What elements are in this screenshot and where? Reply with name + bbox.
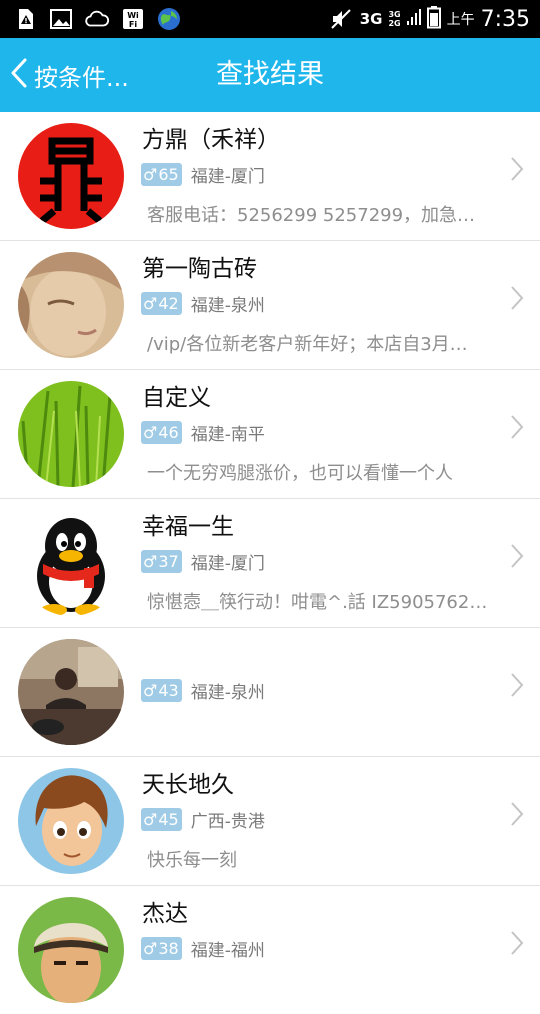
profile-meta: ♂ 38 福建-福州 (141, 936, 265, 961)
contact-name: 第一陶古砖 (142, 256, 257, 282)
location-label: 福建-福州 (190, 940, 265, 961)
location-label: 广西-贵港 (190, 811, 265, 832)
male-icon: ♂ (143, 293, 158, 313)
avatar (18, 252, 124, 358)
gender-age-badge: ♂ 46 (141, 420, 182, 444)
profile-meta: ♂ 43 福建-泉州 (141, 678, 265, 703)
location-label: 福建-厦门 (190, 166, 265, 187)
profile-meta: ♂ 37 福建-厦门 (141, 549, 265, 574)
chevron-right-icon (510, 801, 524, 827)
gender-age-badge: ♂ 43 (141, 678, 182, 702)
profile-meta: ♂ 42 福建-泉州 (141, 291, 265, 316)
age-value: 37 (158, 551, 179, 571)
chevron-right-icon (510, 414, 524, 440)
result-row[interactable]: 自定义 ♂ 46 福建-南平 一个无穷鸡腿涨价，也可以看懂一个人 (0, 370, 540, 499)
signature-text: /vip/各位新老客户新年好；本店自3月… (147, 334, 468, 355)
result-row[interactable]: 方鼎（禾祥） ♂ 65 福建-厦门 客服电话：5256299 5257299，加急… (0, 112, 540, 241)
male-icon: ♂ (143, 938, 158, 958)
clock: 7:35 (480, 6, 530, 32)
title-bar: 按条件... 查找结果 (0, 38, 540, 112)
location-label: 福建-厦门 (190, 553, 265, 574)
back-button[interactable]: 按条件... (10, 38, 129, 112)
chevron-left-icon (10, 57, 28, 93)
signature-text: 客服电话：5256299 5257299，加急… (147, 205, 476, 226)
image-icon (48, 6, 74, 32)
avatar (18, 639, 124, 745)
contact-name: 幸福一生 (142, 514, 234, 540)
result-row[interactable]: 杰达 ♂ 38 福建-福州 (0, 886, 540, 1014)
network-type: 3G (359, 9, 383, 28)
location-label: 福建-南平 (190, 424, 265, 445)
battery-icon (426, 5, 441, 33)
chevron-right-icon (510, 543, 524, 569)
age-value: 46 (158, 422, 179, 442)
cloud-icon (84, 6, 110, 32)
profile-meta: ♂ 45 广西-贵港 (141, 807, 265, 832)
mute-icon (328, 6, 354, 32)
chevron-right-icon (510, 285, 524, 311)
age-value: 42 (158, 293, 179, 313)
back-label: 按条件... (34, 63, 129, 92)
location-label: 福建-泉州 (190, 295, 265, 316)
avatar (18, 123, 124, 229)
contact-name: 方鼎（禾祥） (142, 127, 280, 153)
male-icon: ♂ (143, 809, 158, 829)
result-row[interactable]: ♂ 43 福建-泉州 (0, 628, 540, 757)
profile-meta: ♂ 65 福建-厦门 (141, 162, 265, 187)
avatar (18, 381, 124, 487)
profile-meta: ♂ 46 福建-南平 (141, 420, 265, 445)
contact-name: 自定义 (142, 385, 211, 411)
male-icon: ♂ (143, 680, 158, 700)
age-value: 43 (158, 680, 179, 700)
chevron-right-icon (510, 156, 524, 182)
gender-age-badge: ♂ 38 (141, 936, 182, 960)
signal-indicator: 3G 2G (388, 10, 401, 28)
age-value: 45 (158, 809, 179, 829)
result-row[interactable]: 幸福一生 ♂ 37 福建-厦门 惊愖悫＿筷行动！咁電^.話 IZ5905762… (0, 499, 540, 628)
contact-name: 杰达 (142, 901, 188, 927)
male-icon: ♂ (143, 422, 158, 442)
contact-name: 天长地久 (142, 772, 234, 798)
male-icon: ♂ (143, 551, 158, 571)
result-row[interactable]: 天长地久 ♂ 45 广西-贵港 快乐每一刻 (0, 757, 540, 886)
search-results-list: 方鼎（禾祥） ♂ 65 福建-厦门 客服电话：5256299 5257299，加急… (0, 112, 540, 1014)
gender-age-badge: ♂ 45 (141, 807, 182, 831)
male-icon: ♂ (143, 164, 158, 184)
signal-bars-icon (406, 6, 421, 32)
gender-age-badge: ♂ 65 (141, 162, 182, 186)
result-row[interactable]: 第一陶古砖 ♂ 42 福建-泉州 /vip/各位新老客户新年好；本店自3月… (0, 241, 540, 370)
avatar (18, 768, 124, 874)
signature-text: 一个无穷鸡腿涨价，也可以看懂一个人 (147, 463, 453, 484)
gender-age-badge: ♂ 37 (141, 549, 182, 573)
signature-text: 快乐每一刻 (147, 850, 237, 871)
signature-text: 惊愖悫＿筷行动！咁電^.話 IZ5905762… (147, 592, 488, 613)
age-value: 65 (158, 164, 179, 184)
avatar (18, 510, 124, 616)
age-value: 38 (158, 938, 179, 958)
chevron-right-icon (510, 672, 524, 698)
svg-text:Fi: Fi (129, 20, 137, 29)
status-bar: Wi Fi 3G 3G 2G 上午 7:35 (0, 0, 540, 38)
sim-warning-icon (12, 6, 38, 32)
chevron-right-icon (510, 930, 524, 956)
wifi-icon: Wi Fi (120, 6, 146, 32)
location-label: 福建-泉州 (190, 682, 265, 703)
globe-icon (156, 6, 182, 32)
svg-text:Wi: Wi (127, 11, 139, 20)
gender-age-badge: ♂ 42 (141, 291, 182, 315)
avatar (18, 897, 124, 1003)
am-pm-label: 上午 (446, 12, 475, 28)
